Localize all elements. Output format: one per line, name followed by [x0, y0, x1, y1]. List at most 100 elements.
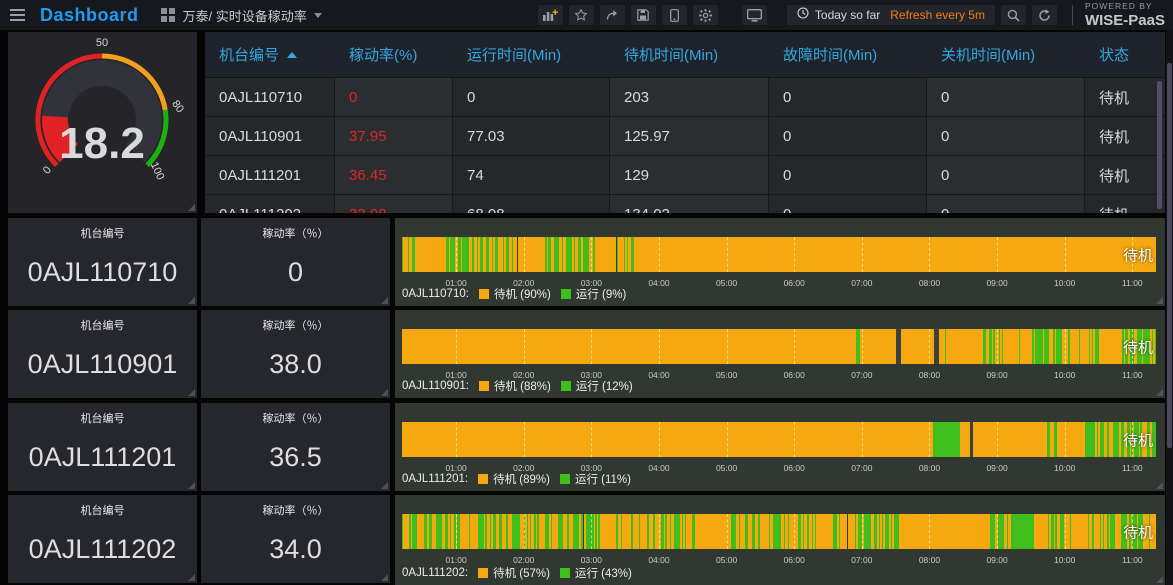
table-row[interactable]: 0AJL110710 0 0 203 0 0 待机 — [205, 78, 1165, 117]
time-range-picker[interactable]: Today so far Refresh every 5m — [785, 4, 996, 26]
cell-shutdown: 0 — [927, 78, 1085, 116]
hour-gridline — [726, 237, 728, 272]
cell-runtime: 77.03 — [453, 117, 610, 155]
panel-resize-handle[interactable] — [188, 574, 195, 581]
settings-button[interactable] — [691, 4, 719, 26]
panel-resize-handle[interactable] — [1156, 576, 1163, 583]
legend-run-label[interactable]: 运行 (12%) — [576, 378, 633, 394]
save-button[interactable] — [629, 4, 657, 26]
col-header-machine-id[interactable]: 机台编号 — [205, 44, 335, 65]
axis-tick-label: 11:00 — [1122, 463, 1143, 473]
col-header-status[interactable]: 状态 — [1085, 44, 1165, 65]
cell-shutdown: 0 — [927, 156, 1085, 194]
standby-legend-swatch — [478, 474, 489, 484]
sort-asc-icon — [287, 51, 298, 58]
timeline-legend: 0AJL111201: 待机 (89%) 运行 (11%) — [402, 471, 631, 487]
table-row[interactable]: 0AJL110901 37.95 77.03 125.97 0 0 待机 — [205, 117, 1165, 156]
legend-standby-label[interactable]: 待机 (90%) — [494, 286, 551, 302]
legend-run-label[interactable]: 运行 (11%) — [575, 471, 631, 487]
add-panel-button[interactable] — [536, 4, 564, 26]
tv-mode-button[interactable] — [740, 4, 768, 26]
status-timeline-panel: 待机 01:00 02:00 03:00 04:00 05:00 06:00 07:00 08… — [395, 218, 1165, 306]
refresh-button[interactable] — [1030, 4, 1058, 26]
hour-gridline — [861, 329, 863, 364]
gauge-tick-label: 0 — [41, 164, 54, 176]
legend-standby-label[interactable]: 待机 (88%) — [494, 378, 551, 394]
rate-card: 稼动率（％） 0 — [201, 218, 390, 306]
hour-gridline — [861, 237, 863, 272]
panel-resize-handle[interactable] — [381, 297, 388, 304]
col-header-fault[interactable]: 故障时间(Min) — [769, 44, 927, 65]
powered-by-line1: POWERED BY — [1084, 1, 1153, 12]
panel-resize-handle[interactable] — [1156, 389, 1163, 396]
panel-resize-handle[interactable] — [381, 389, 388, 396]
hour-gridline — [456, 237, 458, 272]
hour-gridline — [1064, 422, 1066, 457]
cell-status: 待机 — [1099, 167, 1130, 185]
card-title: 稼动率（％） — [262, 320, 329, 332]
hamburger-bars — [9, 6, 25, 24]
gauge-tick-label: 100 — [148, 160, 167, 182]
mobile-button[interactable] — [660, 4, 688, 26]
table-scrollbar[interactable] — [1157, 81, 1162, 209]
axis-tick-label: 08:00 — [918, 463, 941, 473]
panel-resize-handle[interactable] — [188, 204, 195, 211]
hour-gridline — [456, 422, 458, 457]
axis-tick-label: 05:00 — [715, 278, 738, 288]
hour-gridline — [929, 422, 931, 457]
col-header-runtime[interactable]: 运行时间(Min) — [453, 44, 610, 65]
zoom-out-button[interactable] — [999, 4, 1027, 26]
panel-resize-handle[interactable] — [381, 482, 388, 489]
col-header-rate[interactable]: 稼动率(%) — [335, 44, 453, 65]
legend-machine-label: 0AJL110710: — [402, 288, 469, 300]
legend-standby-label[interactable]: 待机 (57%) — [493, 565, 550, 581]
breadcrumb[interactable]: 万泰/ 实时设备稼动率 — [160, 6, 322, 25]
panel-resize-handle[interactable] — [1156, 482, 1163, 489]
menu-icon[interactable] — [0, 0, 34, 30]
panel-resize-handle[interactable] — [188, 389, 195, 396]
legend-machine-label: 0AJL110901: — [402, 380, 469, 392]
share-button[interactable] — [598, 4, 626, 26]
app-logo[interactable]: Dashboard — [40, 5, 139, 26]
breadcrumb-label: 万泰/ 实时设备稼动率 — [182, 8, 307, 24]
table-row[interactable]: 0AJL111202 33.98 68.08 134.02 0 0 待机 — [205, 195, 1165, 213]
panel-resize-handle[interactable] — [188, 297, 195, 304]
hour-gridline — [794, 422, 796, 457]
table-row[interactable]: 0AJL111201 36.45 74 129 0 0 待机 — [205, 156, 1165, 195]
axis-tick-label: 02:00 — [513, 555, 535, 565]
hour-gridline — [794, 237, 796, 272]
cell-runtime: 0 — [453, 78, 610, 116]
legend-run-label[interactable]: 运行 (43%) — [575, 565, 632, 581]
card-title: 机台编号 — [80, 320, 125, 332]
panel-resize-handle[interactable] — [381, 574, 388, 581]
star-button[interactable] — [567, 4, 595, 26]
status-timeline-panel: 待机 01:00 02:00 03:00 04:00 05:00 06:00 07:00 08… — [395, 495, 1165, 585]
hour-gridline — [523, 422, 525, 457]
cell-standby: 203 — [610, 78, 769, 116]
page-scrollbar-thumb[interactable] — [1167, 63, 1172, 448]
timeline-legend: 0AJL110710: 待机 (90%) 运行 (9%) — [402, 286, 626, 302]
navbar: Dashboard 万泰/ 实时设备稼动率 Today so far Refre… — [0, 0, 1173, 30]
legend-run-label[interactable]: 运行 (9%) — [576, 286, 626, 302]
cell-status: 待机 — [1099, 89, 1130, 107]
hour-gridline — [997, 514, 999, 549]
panel-resize-handle[interactable] — [188, 482, 195, 489]
timeline-legend: 0AJL111202: 待机 (57%) 运行 (43%) — [402, 565, 632, 581]
axis-tick-label: 11:00 — [1122, 278, 1143, 288]
card-title: 机台编号 — [80, 413, 125, 425]
cell-machine-id: 0AJL110901 — [205, 117, 335, 155]
legend-machine-label: 0AJL111201: — [402, 473, 469, 485]
axis-tick-label: 04:00 — [648, 278, 670, 288]
machine-id-card: 机台编号 0AJL111201 — [8, 403, 197, 491]
axis-tick-label: 09:00 — [986, 278, 1008, 288]
card-value: 0AJL110710 — [27, 257, 178, 287]
clock-icon — [797, 6, 809, 24]
card-title: 机台编号 — [80, 505, 125, 517]
legend-standby-label[interactable]: 待机 (89%) — [493, 471, 550, 487]
rate-card: 稼动率（％） 34.0 — [201, 495, 390, 583]
hour-gridline — [726, 329, 728, 364]
col-header-standby[interactable]: 待机时间(Min) — [610, 44, 769, 65]
panel-resize-handle[interactable] — [1156, 297, 1163, 304]
hour-gridline — [456, 329, 458, 364]
col-header-shutdown[interactable]: 关机时间(Min) — [927, 44, 1085, 65]
